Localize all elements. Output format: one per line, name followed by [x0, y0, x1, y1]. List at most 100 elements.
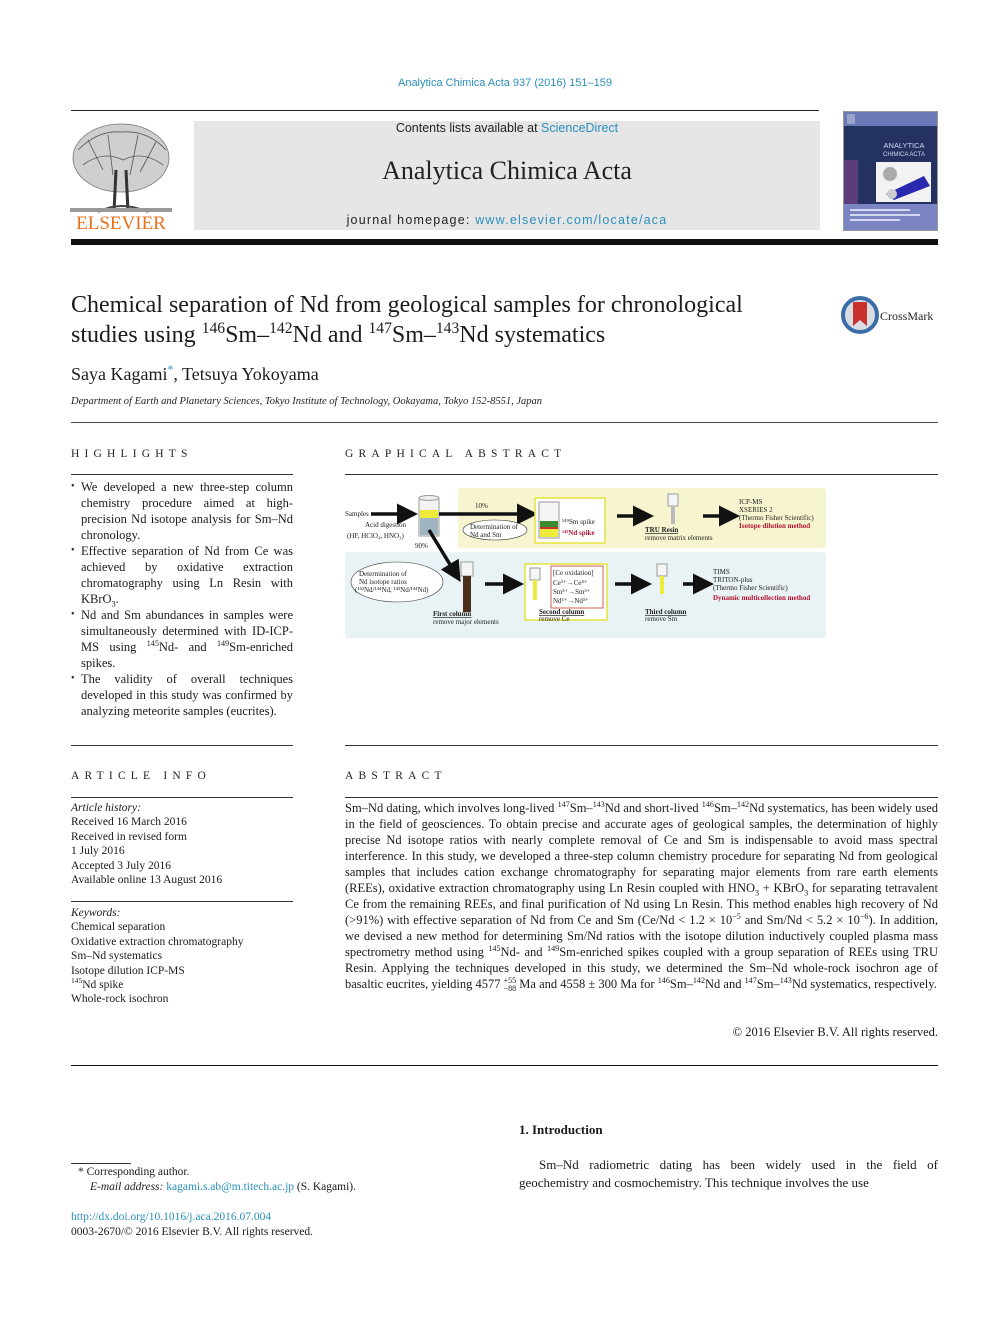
contents-line: Contents lists available at ScienceDirec… [194, 121, 820, 135]
highlights-list: We developed a new three-step column che… [71, 479, 293, 719]
abstract-text: Sm–Nd dating, which involves long-lived … [345, 799, 939, 994]
highlights-heading: HIGHLIGHTS [71, 448, 193, 460]
title-line-2: studies using 146Sm–142Nd and 147Sm–143N… [71, 320, 606, 348]
authors: Saya Kagami*, Tetsuya Yokoyama [71, 363, 319, 384]
article-info-heading: ARTICLE INFO [71, 770, 211, 782]
highlight-item: Effective separation of Nd from Ce was a… [71, 543, 293, 608]
header-thick-rule [71, 239, 938, 245]
elsevier-wordmark: ELSEVIER [76, 213, 166, 232]
svg-text:XSERIES 2: XSERIES 2 [739, 506, 773, 514]
keyword[interactable]: 145Nd spike [71, 977, 293, 992]
age-error-range: +55 −88 [503, 976, 517, 994]
svg-text:(¹⁴²Nd/¹⁴⁴Nd, ¹⁴³Nd/¹⁴⁴Nd): (¹⁴²Nd/¹⁴⁴Nd, ¹⁴³Nd/¹⁴⁴Nd) [355, 586, 429, 594]
svg-text:90%: 90% [415, 542, 428, 550]
abstract-rule [345, 797, 938, 798]
introduction-heading: 1. Introduction [519, 1122, 603, 1137]
svg-text:ANALYTICA: ANALYTICA [883, 141, 924, 150]
crossmark-label: CrossMark [880, 309, 933, 323]
history-item: Available online 13 August 2016 [71, 874, 223, 887]
svg-text:Nd³⁺→Nd³⁺: Nd³⁺→Nd³⁺ [553, 597, 589, 605]
highlights-end-rule [71, 745, 293, 746]
svg-text:ICP-MS: ICP-MS [739, 498, 762, 506]
journal-cover[interactable]: ANALYTICA CHIMICA ACTA [843, 111, 938, 231]
svg-text:(Thermo Fisher Scientific): (Thermo Fisher Scientific) [739, 514, 814, 522]
svg-text:Acid digestion: Acid digestion [365, 521, 407, 529]
svg-text:CHIMICA ACTA: CHIMICA ACTA [883, 152, 925, 158]
keyword[interactable]: Chemical separation [71, 920, 293, 934]
spike-beaker-icon [538, 501, 560, 539]
affiliation-rule [71, 422, 938, 423]
svg-text:Ce³⁺→Ce⁴⁺: Ce³⁺→Ce⁴⁺ [553, 579, 588, 587]
article-history: Article history: Received 16 March 2016 … [71, 801, 293, 887]
keywords-label: Keywords: [71, 907, 121, 919]
corresponding-author-note: * Corresponding author. [78, 1166, 190, 1178]
abstract-heading: ABSTRACT [345, 770, 447, 782]
svg-text:(HF, HClO₄, HNO₃): (HF, HClO₄, HNO₃) [347, 532, 404, 540]
svg-text:Isotope dilution method: Isotope dilution method [739, 522, 810, 530]
keyword[interactable]: Isotope dilution ICP-MS [71, 964, 293, 978]
abstract-copyright: © 2016 Elsevier B.V. All rights reserved… [732, 1025, 938, 1039]
svg-text:TIMS: TIMS [713, 568, 730, 576]
email-note: E-mail address: kagami.s.ab@m.titech.ac.… [90, 1181, 356, 1193]
history-item: Received 16 March 2016 [71, 816, 187, 829]
keywords: Keywords: Chemical separation Oxidative … [71, 906, 293, 1007]
svg-text:10%: 10% [475, 502, 488, 510]
highlights-rule [71, 474, 293, 475]
svg-text:TRITON-plus: TRITON-plus [713, 576, 753, 584]
svg-text:¹⁴⁵Nd spike: ¹⁴⁵Nd spike [562, 529, 595, 537]
homepage-line: journal homepage: www.elsevier.com/locat… [194, 213, 820, 227]
keyword[interactable]: Sm–Nd systematics [71, 949, 293, 963]
svg-text:remove Ce: remove Ce [539, 615, 570, 623]
journal-citation[interactable]: Analytica Chimica Acta 937 (2016) 151–15… [0, 77, 992, 89]
svg-text:Determination of: Determination of [470, 523, 519, 531]
elsevier-tree-icon: ELSEVIER [70, 123, 172, 234]
keyword[interactable]: Whole-rock isochron [71, 992, 293, 1006]
homepage-prefix: journal homepage: [346, 213, 476, 227]
graphical-abstract-rule [345, 474, 938, 475]
author-kagami[interactable]: Saya Kagami [71, 364, 167, 384]
svg-text:[Ce oxidation]: [Ce oxidation] [553, 569, 594, 577]
svg-text:Sm³⁺→Sm³⁺: Sm³⁺→Sm³⁺ [553, 588, 591, 596]
svg-text:TRU Resin: TRU Resin [645, 526, 678, 534]
email-link[interactable]: kagami.s.ab@m.titech.ac.jp [166, 1181, 294, 1193]
crossmark-button[interactable]: CrossMark [841, 296, 941, 336]
elsevier-logo[interactable]: ELSEVIER [68, 120, 174, 234]
keyword[interactable]: Oxidative extraction chromatography [71, 935, 293, 949]
history-item: Received in revised form [71, 830, 187, 843]
history-item: 1 July 2016 [71, 845, 125, 858]
history-item: Accepted 3 July 2016 [71, 859, 171, 872]
author-yokoyama[interactable]: Tetsuya Yokoyama [182, 364, 319, 384]
graphical-abstract-end-rule [345, 745, 938, 746]
svg-text:First column: First column [433, 610, 471, 618]
svg-text:Nd isotope ratios: Nd isotope ratios [359, 578, 407, 586]
introduction-text: Sm–Nd radiometric dating has been widely… [519, 1157, 938, 1190]
svg-text:remove major elements: remove major elements [433, 618, 499, 626]
history-label: Article history: [71, 802, 141, 814]
svg-text:Nd and Sm: Nd and Sm [470, 531, 502, 539]
keywords-rule [71, 901, 293, 902]
highlight-item: The validity of overall techniques devel… [71, 671, 293, 719]
svg-text:¹⁴⁹Sm spike: ¹⁴⁹Sm spike [562, 518, 595, 526]
doi-link[interactable]: http://dx.doi.org/10.1016/j.aca.2016.07.… [71, 1211, 271, 1223]
issn-copyright: 0003-2670/© 2016 Elsevier B.V. All right… [71, 1226, 314, 1238]
journal-cover-image: ANALYTICA CHIMICA ACTA [844, 112, 937, 230]
svg-text:Dynamic multicollection method: Dynamic multicollection method [713, 594, 810, 602]
crossmark-icon: CrossMark [841, 296, 933, 334]
svg-text:remove matrix elements: remove matrix elements [645, 534, 713, 542]
sciencedirect-link[interactable]: ScienceDirect [541, 121, 618, 135]
graphical-abstract-heading: GRAPHICAL ABSTRACT [345, 448, 567, 460]
beaker-icon [418, 495, 440, 537]
article-title: Chemical separation of Nd from geologica… [71, 290, 831, 350]
front-matter-end-rule [71, 1065, 938, 1066]
article-info-rule [71, 797, 293, 798]
journal-name: Analytica Chimica Acta [382, 156, 632, 185]
header-rule [71, 110, 819, 111]
svg-text:Determination of: Determination of [359, 570, 408, 578]
graphical-abstract-figure[interactable]: Samples Acid digestion (HF, HClO₄, HNO₃)… [345, 484, 827, 640]
affiliation: Department of Earth and Planetary Scienc… [71, 396, 542, 407]
footnote-rule [71, 1163, 131, 1164]
title-line-1: Chemical separation of Nd from geologica… [71, 292, 743, 318]
svg-text:(Thermo Fisher Scientific): (Thermo Fisher Scientific) [713, 584, 788, 592]
homepage-link[interactable]: www.elsevier.com/locate/aca [475, 213, 667, 227]
contents-prefix: Contents lists available at [395, 121, 542, 135]
